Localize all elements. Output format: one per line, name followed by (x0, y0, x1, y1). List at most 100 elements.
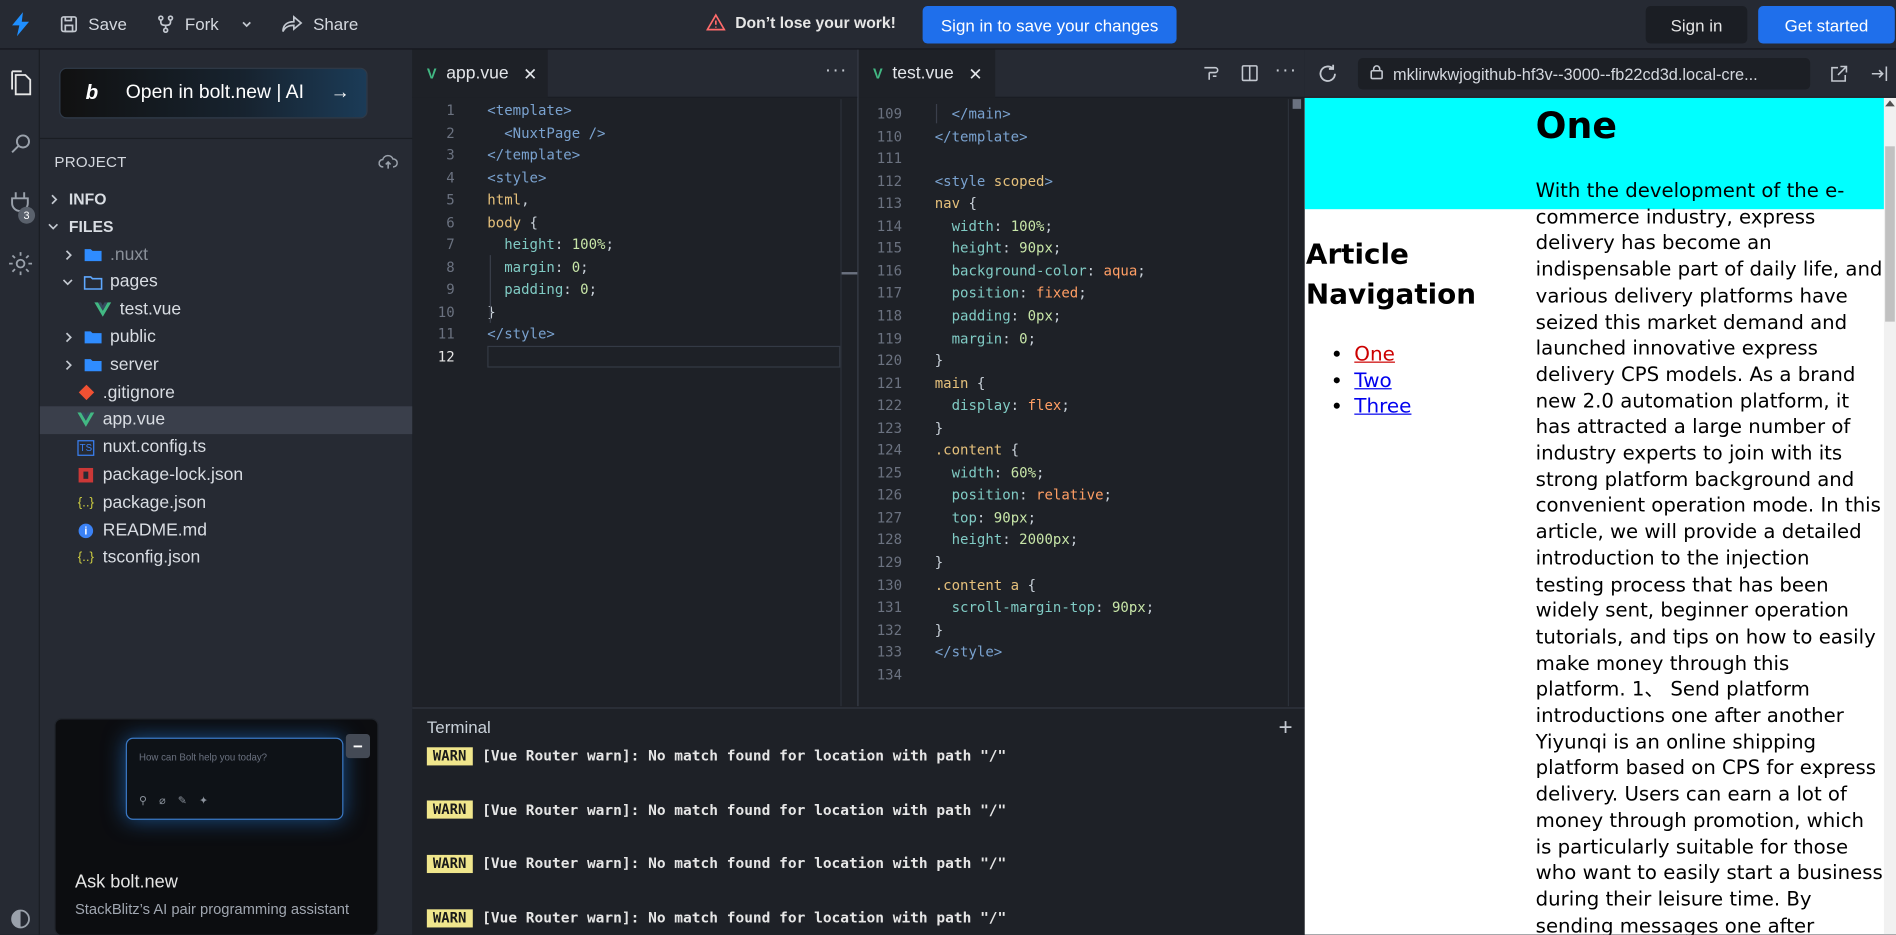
settings-gear-icon[interactable] (0, 245, 40, 281)
line-number: 8 (446, 258, 455, 276)
file-item[interactable]: app.vue (39, 406, 413, 434)
code-token: width (934, 217, 994, 235)
format-icon[interactable] (1202, 64, 1219, 87)
scroll-up-arrow-icon[interactable] (1885, 100, 1895, 107)
json-icon: {..} (77, 495, 94, 510)
code-editor-right[interactable]: 109 </main> 110 </template> 111 112 <style sc… (859, 99, 1305, 706)
tab-app-vue[interactable]: V app.vue ✕ (412, 49, 548, 98)
preview-scroll-thumb[interactable] (1885, 146, 1895, 322)
code-line: 131 scroll-margin-top: 90px; (859, 596, 1305, 618)
code-token: ; (1027, 508, 1037, 526)
theme-toggle-icon[interactable] (0, 901, 40, 935)
bolt-b-icon: b (85, 81, 99, 104)
code-line: 113 nav { (859, 192, 1305, 214)
files-icon[interactable] (0, 65, 40, 101)
sign-in-to-save-button[interactable]: Sign in to save your changes (922, 6, 1177, 44)
code-token: fixed (1036, 284, 1079, 302)
line-number: 119 (876, 329, 903, 347)
current-line-highlight (487, 345, 841, 368)
file-item[interactable]: test.vue (40, 296, 412, 324)
tab-label: test.vue (892, 64, 954, 84)
code-token: scroll-margin-top (934, 598, 1096, 616)
tab-test-vue[interactable]: V test.vue ✕ (858, 49, 996, 98)
preview-page: One Article Navigation One Two Three With … (1304, 97, 1896, 935)
file-item[interactable]: TS nuxt.config.ts (40, 434, 412, 462)
preview-url-field[interactable]: mklirwkwjogithub-hf3v--3000--fb22cd3d.lo… (1357, 58, 1811, 90)
code-line: 117 position: fixed; (859, 282, 1305, 304)
extensions-icon[interactable]: 3 (0, 185, 40, 224)
collapse-preview-icon[interactable] (1869, 64, 1888, 89)
get-started-button[interactable]: Get started (1758, 6, 1895, 44)
chevron-right-icon (59, 248, 76, 260)
file-item[interactable]: {..} package.json (40, 489, 412, 517)
cloud-upload-icon[interactable] (378, 154, 399, 175)
code-token: <template> (487, 101, 572, 119)
file-item[interactable]: package-lock.json (40, 461, 412, 489)
section-files-label: FILES (68, 217, 114, 236)
attach-icon: ⌀ (159, 794, 166, 807)
warning-text: Don’t lose your work! (735, 13, 896, 32)
file-item-label: app.vue (102, 410, 166, 430)
file-item[interactable]: i README.md (40, 516, 412, 544)
preview-scrollbar[interactable] (1883, 97, 1896, 935)
file-item[interactable]: {..} tsconfig.json (40, 544, 412, 572)
ask-subtitle: StackBlitz’s AI pair programming assista… (74, 900, 350, 918)
code-editor-left[interactable]: 1 <template> 2 <NuxtPage /> 3 </template> 4 <s… (412, 99, 857, 706)
more-actions-icon[interactable]: ··· (1274, 60, 1297, 82)
code-line: 116 background-color: aqua; (859, 260, 1305, 282)
scroll-thumb[interactable] (1292, 99, 1302, 109)
warning-icon (706, 13, 726, 31)
folder-icon (83, 328, 102, 347)
code-token: { (960, 194, 977, 212)
code-token: </template> (934, 127, 1028, 145)
search-icon[interactable] (0, 126, 40, 162)
file-item[interactable]: pages (40, 268, 412, 296)
code-line: 1 <template> (412, 99, 857, 121)
close-tab-icon[interactable]: ✕ (968, 63, 982, 84)
preview-toolbar: mklirwkwjogithub-hf3v--3000--fb22cd3d.lo… (1304, 49, 1896, 98)
code-line: 7 height: 100%; (412, 233, 857, 255)
code-line: 128 height: 2000px; (859, 529, 1305, 551)
code-token: padding (934, 307, 1011, 324)
code-line: 112 <style scoped> (859, 170, 1305, 192)
bolt-logo-icon[interactable] (0, 0, 40, 49)
preview-nav-link[interactable]: Two (1354, 368, 1391, 391)
close-tab-icon[interactable]: ✕ (523, 63, 537, 84)
reload-icon[interactable] (1317, 63, 1339, 91)
share-button[interactable]: Share (267, 0, 373, 49)
open-external-icon[interactable] (1830, 64, 1849, 89)
code-token: ; (588, 280, 598, 298)
file-item[interactable]: public (40, 323, 412, 351)
fork-button[interactable]: Fork (141, 0, 267, 49)
json-icon: {..} (77, 550, 94, 566)
more-actions-icon[interactable]: ··· (825, 60, 848, 82)
sign-in-button[interactable]: Sign in (1645, 6, 1748, 44)
editor-scrollbar[interactable] (1287, 99, 1305, 707)
vue-file-icon (93, 300, 112, 319)
add-terminal-icon[interactable]: + (1279, 715, 1293, 743)
editor-scrollbar[interactable] (840, 99, 858, 707)
file-item[interactable]: server (40, 351, 412, 379)
section-files[interactable]: FILES (40, 213, 412, 241)
code-token: 0 (580, 280, 589, 298)
section-info[interactable]: INFO (40, 185, 412, 213)
folder-open-icon (83, 272, 103, 291)
indent-guide (935, 103, 938, 124)
preview-nav-link[interactable]: One (1354, 342, 1395, 365)
preview-nav-link[interactable]: Three (1354, 394, 1411, 417)
ask-bolt-card[interactable]: How can Bolt help you today? ⚲ ⌀ ✎ ✦ − Ask … (54, 718, 379, 935)
line-number: 10 (437, 302, 455, 320)
code-token: position (934, 284, 1020, 302)
code-token: : (976, 508, 994, 526)
collapse-card-button[interactable]: − (345, 733, 371, 759)
save-button[interactable]: Save (45, 0, 142, 49)
code-token: 0 (1019, 329, 1028, 347)
code-token: top (934, 508, 977, 526)
open-in-bolt-button[interactable]: b Open in bolt.new | AI → (59, 67, 368, 119)
code-token: : (1095, 598, 1112, 616)
code-line: 126 position: relative; (859, 484, 1305, 506)
chevron-down-icon[interactable] (241, 18, 253, 30)
file-item[interactable]: .nuxt (40, 241, 412, 269)
file-item[interactable]: .gitignore (40, 378, 412, 406)
split-editor-icon[interactable] (1241, 64, 1259, 88)
